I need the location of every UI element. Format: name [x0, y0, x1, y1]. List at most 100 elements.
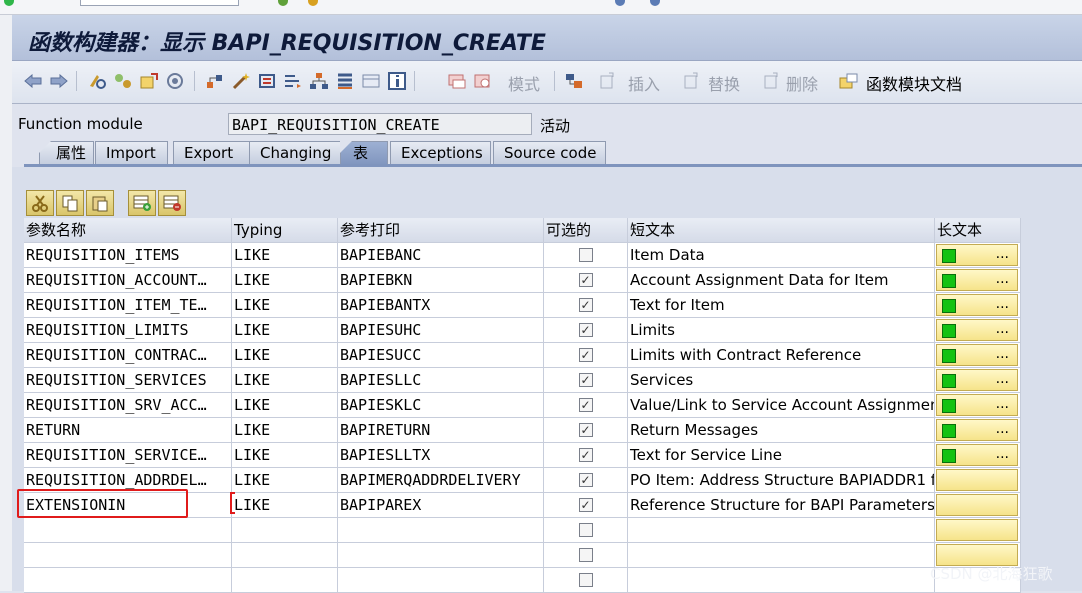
long-text-button[interactable]: ...	[936, 369, 1018, 391]
param-name-cell[interactable]	[24, 543, 232, 568]
typing-cell[interactable]: LIKE	[232, 318, 338, 343]
optional-checkbox[interactable]: ✓	[578, 423, 593, 437]
help-icon[interactable]	[650, 0, 660, 6]
short-text-cell[interactable]: Value/Link to Service Account Assignment	[628, 393, 935, 418]
where-used-icon[interactable]	[164, 70, 186, 92]
short-text-cell[interactable]: Text for Item	[628, 293, 935, 318]
column-header[interactable]: 参数名称	[24, 218, 232, 243]
back-icon[interactable]	[308, 0, 318, 6]
typing-cell[interactable]	[232, 568, 338, 593]
reference-type-cell[interactable]: BAPIEBANC	[338, 243, 544, 268]
param-name-cell[interactable]: REQUISITION_ACCOUNT…	[24, 268, 232, 293]
reference-type-cell[interactable]: BAPIESKLC	[338, 393, 544, 418]
long-text-cell[interactable]: ...	[935, 318, 1021, 343]
typing-cell[interactable]: LIKE	[232, 493, 338, 518]
long-text-cell[interactable]	[935, 493, 1021, 518]
typing-cell[interactable]: LIKE	[232, 368, 338, 393]
insert-icon[interactable]	[596, 70, 618, 92]
reference-type-cell[interactable]: BAPIESLLC	[338, 368, 544, 393]
display-object-icon[interactable]	[446, 70, 468, 92]
long-text-cell[interactable]: ...	[935, 243, 1021, 268]
short-text-cell[interactable]: Services	[628, 368, 935, 393]
long-text-cell[interactable]: ...	[935, 393, 1021, 418]
optional-checkbox[interactable]	[578, 573, 593, 587]
function-module-field[interactable]: BAPI_REQUISITION_CREATE	[228, 113, 532, 135]
reference-type-cell[interactable]: BAPIPAREX	[338, 493, 544, 518]
short-text-cell[interactable]: Item Data	[628, 243, 935, 268]
tab-attributes[interactable]: 属性	[39, 141, 94, 164]
tab-source-code[interactable]: Source code	[493, 141, 606, 164]
param-name-cell[interactable]: REQUISITION_SERVICE…	[24, 443, 232, 468]
optional-checkbox[interactable]: ✓	[578, 298, 593, 312]
column-header[interactable]: 可选的	[544, 218, 628, 243]
long-text-button[interactable]: ...	[936, 319, 1018, 341]
short-text-cell[interactable]	[628, 568, 935, 593]
optional-checkbox[interactable]: ✓	[578, 373, 593, 387]
long-text-button[interactable]: ...	[936, 269, 1018, 291]
optional-checkbox[interactable]: ✓	[578, 348, 593, 362]
paste-icon[interactable]	[86, 190, 114, 216]
param-name-cell[interactable]: RETURN	[24, 418, 232, 443]
short-text-cell[interactable]: Return Messages	[628, 418, 935, 443]
command-field[interactable]	[80, 0, 239, 6]
optional-cell[interactable]: ✓	[544, 493, 628, 518]
typing-cell[interactable]	[232, 543, 338, 568]
param-name-cell[interactable]: REQUISITION_ITEMS	[24, 243, 232, 268]
activate-icon[interactable]	[138, 70, 160, 92]
replace-icon[interactable]	[680, 70, 702, 92]
insert-button[interactable]: 插入	[628, 71, 660, 95]
long-text-cell[interactable]	[935, 518, 1021, 543]
delete-button[interactable]: 删除	[786, 71, 818, 95]
short-text-cell[interactable]	[628, 518, 935, 543]
long-text-cell[interactable]: ...	[935, 368, 1021, 393]
optional-checkbox[interactable]: ✓	[578, 323, 593, 337]
short-text-cell[interactable]: Limits	[628, 318, 935, 343]
test-icon[interactable]	[472, 70, 494, 92]
long-text-button[interactable]: ...	[936, 294, 1018, 316]
param-name-cell[interactable]: REQUISITION_CONTRAC…	[24, 343, 232, 368]
typing-cell[interactable]: LIKE	[232, 468, 338, 493]
long-text-cell[interactable]: ...	[935, 418, 1021, 443]
short-text-cell[interactable]: Limits with Contract Reference	[628, 343, 935, 368]
optional-cell[interactable]: ✓	[544, 268, 628, 293]
optional-checkbox[interactable]	[578, 548, 593, 562]
delete-icon[interactable]	[760, 70, 782, 92]
column-header[interactable]: 短文本	[628, 218, 935, 243]
reference-type-cell[interactable]: BAPIEBANTX	[338, 293, 544, 318]
typing-cell[interactable]	[232, 518, 338, 543]
layout-icon[interactable]	[615, 0, 625, 6]
short-text-cell[interactable]: Account Assignment Data for Item	[628, 268, 935, 293]
typing-cell[interactable]: LIKE	[232, 243, 338, 268]
back-arrow-icon[interactable]	[22, 70, 44, 92]
optional-checkbox[interactable]: ✓	[578, 398, 593, 412]
param-name-cell[interactable]: REQUISITION_ITEM_TE…	[24, 293, 232, 318]
typing-cell[interactable]: LIKE	[232, 268, 338, 293]
column-header[interactable]: Typing	[232, 218, 338, 243]
long-text-button[interactable]	[936, 494, 1018, 516]
long-text-button[interactable]	[936, 519, 1018, 541]
tab-changing[interactable]: Changing	[249, 141, 350, 164]
reference-type-cell[interactable]: BAPIRETURN	[338, 418, 544, 443]
long-text-cell[interactable]	[935, 468, 1021, 493]
tab-tables[interactable]: 表	[340, 141, 388, 166]
save-icon[interactable]	[278, 0, 288, 6]
long-text-button[interactable]: ...	[936, 344, 1018, 366]
reference-type-cell[interactable]: BAPIESUHC	[338, 318, 544, 343]
long-text-cell[interactable]: ...	[935, 343, 1021, 368]
optional-cell[interactable]: ✓	[544, 343, 628, 368]
optional-cell[interactable]: ✓	[544, 318, 628, 343]
magic-wand-icon[interactable]	[230, 70, 252, 92]
frame-icon[interactable]	[360, 70, 382, 92]
short-text-cell[interactable]: PO Item: Address Structure BAPIADDR1 f…	[628, 468, 935, 493]
param-name-cell[interactable]: REQUISITION_LIMITS	[24, 318, 232, 343]
info-icon[interactable]	[386, 70, 408, 92]
optional-cell[interactable]: ✓	[544, 368, 628, 393]
typing-cell[interactable]: LIKE	[232, 343, 338, 368]
optional-cell[interactable]: ✓	[544, 293, 628, 318]
reference-type-cell[interactable]	[338, 568, 544, 593]
optional-cell[interactable]	[544, 568, 628, 593]
replace-button[interactable]: 替换	[708, 71, 740, 95]
pretty-printer-icon[interactable]	[282, 70, 304, 92]
display-change-icon[interactable]	[86, 70, 108, 92]
typing-cell[interactable]: LIKE	[232, 443, 338, 468]
